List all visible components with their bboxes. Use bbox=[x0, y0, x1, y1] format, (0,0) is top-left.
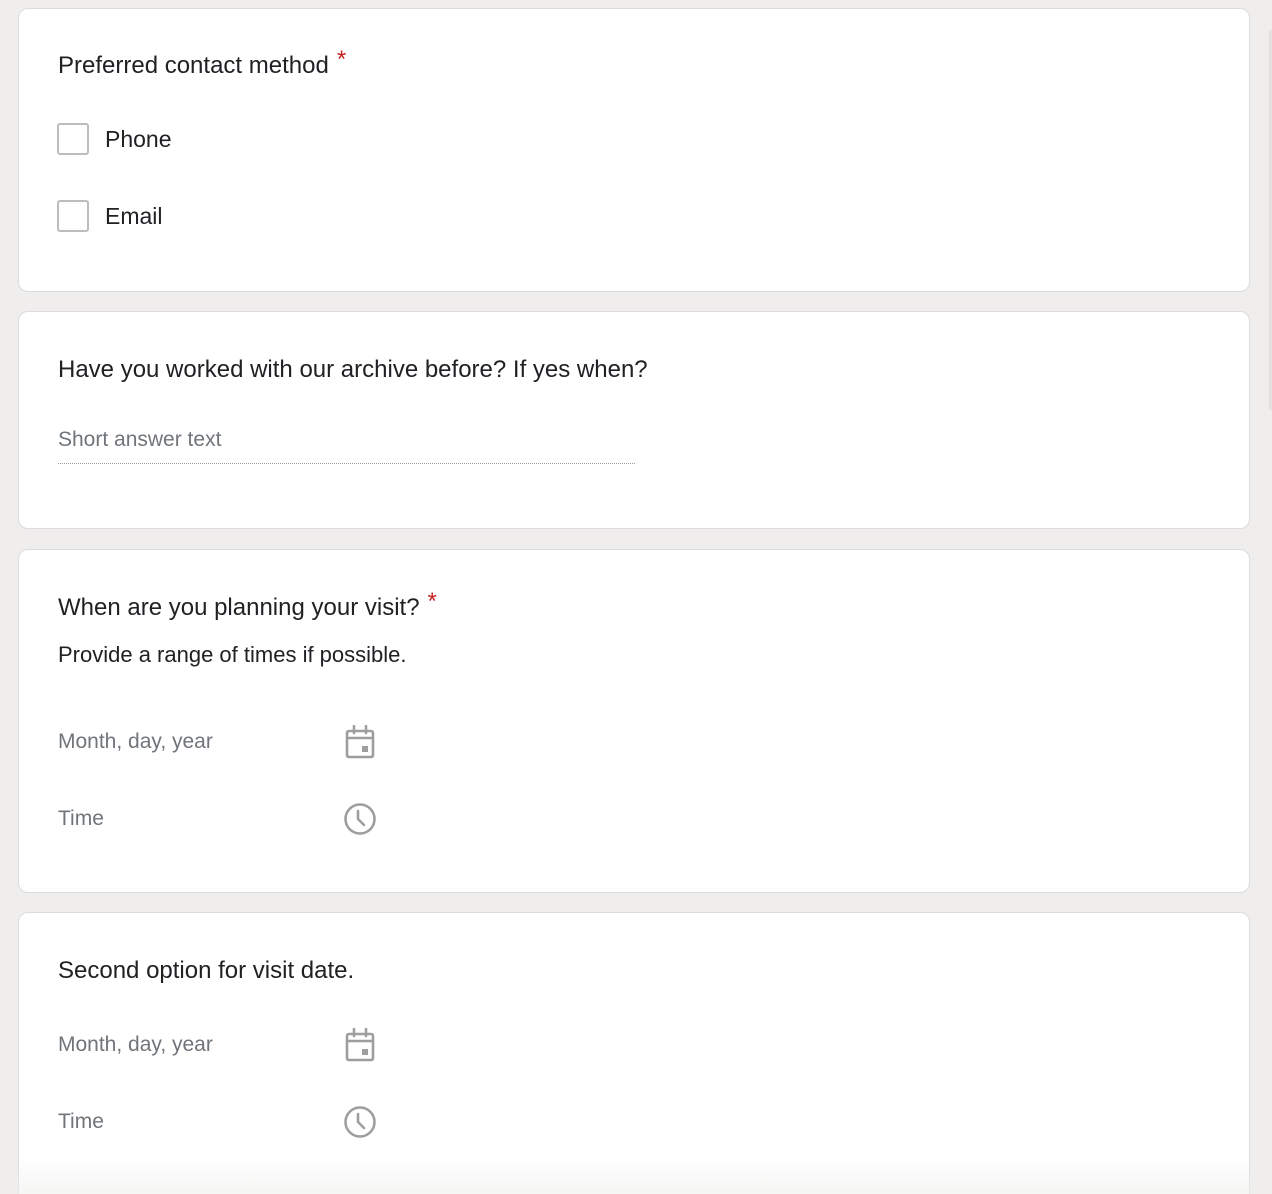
checkbox-label: Email bbox=[105, 202, 163, 229]
calendar-icon[interactable] bbox=[342, 724, 378, 760]
question-title-text: Second option for visit date. bbox=[58, 957, 355, 984]
question-title: Second option for visit date. bbox=[58, 956, 354, 986]
checkbox-label: Phone bbox=[105, 125, 172, 152]
question-title: Preferred contact method * bbox=[58, 46, 346, 81]
checkbox-option-email[interactable]: Email bbox=[57, 199, 163, 233]
question-title-text: Preferred contact method bbox=[58, 52, 329, 79]
question-card-contact-method: Preferred contact method * Phone Email bbox=[18, 8, 1250, 292]
question-card-archive: Have you worked with our archive before?… bbox=[18, 311, 1250, 529]
question-description: Provide a range of times if possible. bbox=[58, 642, 407, 667]
question-title: Have you worked with our archive before?… bbox=[58, 355, 648, 385]
date-placeholder: Month, day, year bbox=[58, 730, 213, 753]
question-card-visit: When are you planning your visit? * Provi… bbox=[18, 549, 1250, 893]
question-title-text: Have you worked with our archive before?… bbox=[58, 356, 648, 383]
short-answer-input[interactable]: Short answer text bbox=[58, 424, 635, 464]
date-picker[interactable]: Month, day, year bbox=[58, 1025, 378, 1065]
clock-icon[interactable] bbox=[342, 801, 378, 837]
clock-icon[interactable] bbox=[342, 1104, 378, 1140]
email-checkbox[interactable] bbox=[57, 200, 89, 232]
time-picker[interactable]: Time bbox=[58, 799, 378, 839]
date-placeholder: Month, day, year bbox=[58, 1033, 213, 1056]
question-title-text: When are you planning your visit? bbox=[58, 594, 420, 621]
time-placeholder: Time bbox=[58, 1110, 104, 1133]
calendar-icon[interactable] bbox=[342, 1027, 378, 1063]
date-picker[interactable]: Month, day, year bbox=[58, 722, 378, 762]
time-picker[interactable]: Time bbox=[58, 1102, 378, 1142]
question-card-second-visit: Second option for visit date. Month, day… bbox=[18, 912, 1250, 1194]
question-title: When are you planning your visit? * bbox=[58, 588, 437, 623]
checkbox-option-phone[interactable]: Phone bbox=[57, 122, 172, 156]
time-placeholder: Time bbox=[58, 807, 104, 830]
required-asterisk: * bbox=[427, 588, 437, 615]
form-page: Preferred contact method * Phone Email Ha… bbox=[0, 0, 1272, 1194]
phone-checkbox[interactable] bbox=[57, 123, 89, 155]
required-asterisk: * bbox=[336, 46, 347, 73]
